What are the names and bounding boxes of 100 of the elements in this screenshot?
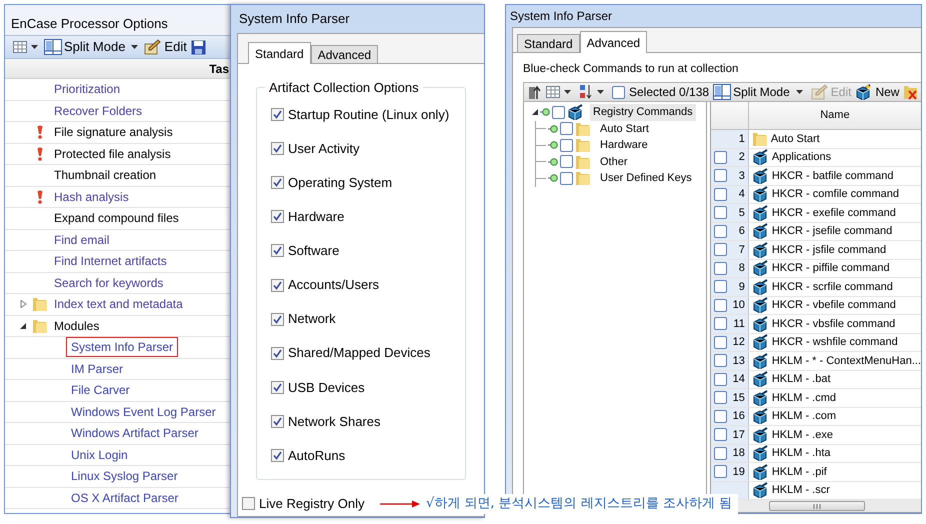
table-cell-text: HKLM - .hta [772, 446, 831, 461]
checkbox[interactable] [271, 244, 284, 258]
row-number: 8 [738, 261, 745, 276]
task-item[interactable]: Linux Syslog Parser [66, 466, 183, 486]
caret-icon[interactable] [564, 90, 571, 94]
task-item[interactable]: Windows Event Log Parser [66, 402, 221, 422]
checkbox[interactable] [714, 446, 727, 460]
tree-item[interactable]: User Defined Keys [597, 170, 695, 186]
checkbox[interactable] [560, 122, 573, 136]
task-item[interactable]: OS X Artifact Parser [66, 488, 184, 508]
checkbox[interactable] [612, 86, 625, 98]
scrollbar-thumb[interactable] [768, 501, 865, 511]
save-icon[interactable] [190, 40, 206, 54]
checkbox[interactable] [560, 138, 573, 152]
checkbox[interactable] [242, 496, 255, 510]
checkbox[interactable] [714, 169, 727, 182]
checkbox[interactable] [271, 414, 284, 428]
checkbox[interactable] [552, 106, 565, 119]
caret-icon[interactable] [796, 90, 803, 94]
grid-icon[interactable] [13, 41, 27, 53]
checkbox[interactable] [714, 465, 727, 478]
checkbox[interactable] [714, 280, 727, 294]
new-button[interactable]: New [855, 83, 900, 101]
checkbox[interactable] [714, 206, 727, 220]
task-item[interactable]: Expand compound files [49, 208, 184, 228]
checkbox[interactable] [271, 142, 284, 156]
checkbox[interactable] [271, 312, 284, 326]
checkbox[interactable] [714, 354, 727, 368]
cube-icon [752, 408, 769, 424]
grid-icon[interactable] [546, 86, 560, 98]
checkbox[interactable] [271, 108, 284, 122]
arrow-icon [380, 500, 420, 508]
caret-icon[interactable] [131, 45, 138, 49]
checkbox[interactable] [714, 150, 727, 164]
caret-icon[interactable] [31, 45, 38, 49]
tree-item[interactable]: Registry Commands [590, 104, 696, 120]
split-mode-button[interactable]: Split Mode [713, 83, 807, 101]
tab[interactable]: Standard [248, 42, 311, 64]
tab[interactable]: Advanced [580, 31, 648, 53]
task-item[interactable]: Recover Folders [49, 100, 148, 121]
task-item[interactable]: File Carver [66, 380, 135, 400]
expand-arrow-icon[interactable] [20, 300, 26, 308]
tree-item[interactable]: Other [597, 154, 631, 170]
checkbox[interactable] [714, 188, 727, 201]
up-arrow-icon[interactable] [528, 84, 542, 100]
task-item[interactable]: Thumbnail creation [49, 165, 162, 186]
checkbox[interactable] [714, 410, 727, 423]
tree-item[interactable]: Hardware [597, 137, 651, 154]
tree-item[interactable]: Auto Start [597, 120, 652, 137]
checkbox[interactable] [714, 262, 727, 275]
row-number: 16 [732, 409, 745, 424]
task-item[interactable]: Index text and metadata [49, 294, 188, 314]
task-item[interactable]: Modules [49, 316, 104, 336]
task-item[interactable]: Find Internet artifacts [49, 251, 172, 272]
task-item[interactable]: File signature analysis [49, 122, 178, 142]
checkbox[interactable] [714, 391, 727, 404]
instruction-text: Blue-check Commands to run at collection [523, 62, 738, 77]
checkbox[interactable] [714, 243, 727, 256]
checkbox[interactable] [714, 317, 727, 330]
row-number: 12 [732, 335, 745, 350]
split-mode-button[interactable]: Split Mode [44, 37, 142, 57]
row-number: 3 [738, 168, 745, 184]
sort-icon[interactable] [579, 84, 593, 100]
selected-count: Selected 0/138 [629, 84, 710, 101]
folder-icon [752, 130, 768, 147]
table-cell-text: HKCR - wshfile command [772, 335, 898, 350]
checkbox[interactable] [714, 298, 727, 312]
checkbox[interactable] [714, 336, 727, 349]
task-item[interactable]: Search for keywords [49, 272, 168, 293]
checkbox[interactable] [271, 176, 284, 190]
task-item[interactable]: Protected file analysis [49, 144, 176, 164]
row-number: 14 [732, 372, 745, 387]
checkbox[interactable] [271, 448, 284, 462]
row-number: 7 [738, 242, 745, 258]
task-item[interactable]: Hash analysis [49, 186, 134, 207]
checkbox[interactable] [271, 346, 284, 360]
task-item[interactable]: IM Parser [66, 358, 128, 379]
checkbox[interactable] [560, 172, 573, 185]
checkbox[interactable] [714, 428, 727, 442]
collapse-arrow-icon[interactable] [532, 109, 538, 116]
checkbox[interactable] [560, 155, 573, 168]
caret-icon[interactable] [597, 90, 604, 94]
checkbox[interactable] [714, 372, 727, 386]
task-item[interactable]: Unix Login [66, 444, 133, 465]
cube-icon [752, 316, 769, 332]
task-item[interactable]: System Info Parser [66, 337, 178, 358]
checkbox[interactable] [271, 278, 284, 292]
tab[interactable]: Standard [517, 34, 580, 52]
folder-delete-icon[interactable] [903, 84, 918, 100]
option-label: Network Shares [288, 412, 380, 431]
checkbox[interactable] [271, 380, 284, 394]
task-item[interactable]: Windows Artifact Parser [66, 423, 204, 444]
checkbox[interactable] [271, 210, 284, 224]
cube-icon [752, 168, 769, 184]
collapse-arrow-icon[interactable] [20, 322, 26, 330]
checkbox[interactable] [714, 224, 727, 238]
edit-button[interactable]: Edit [144, 37, 187, 57]
tab[interactable]: Advanced [310, 45, 378, 63]
task-item[interactable]: Prioritization [49, 79, 126, 100]
task-item[interactable]: Find email [49, 230, 114, 250]
